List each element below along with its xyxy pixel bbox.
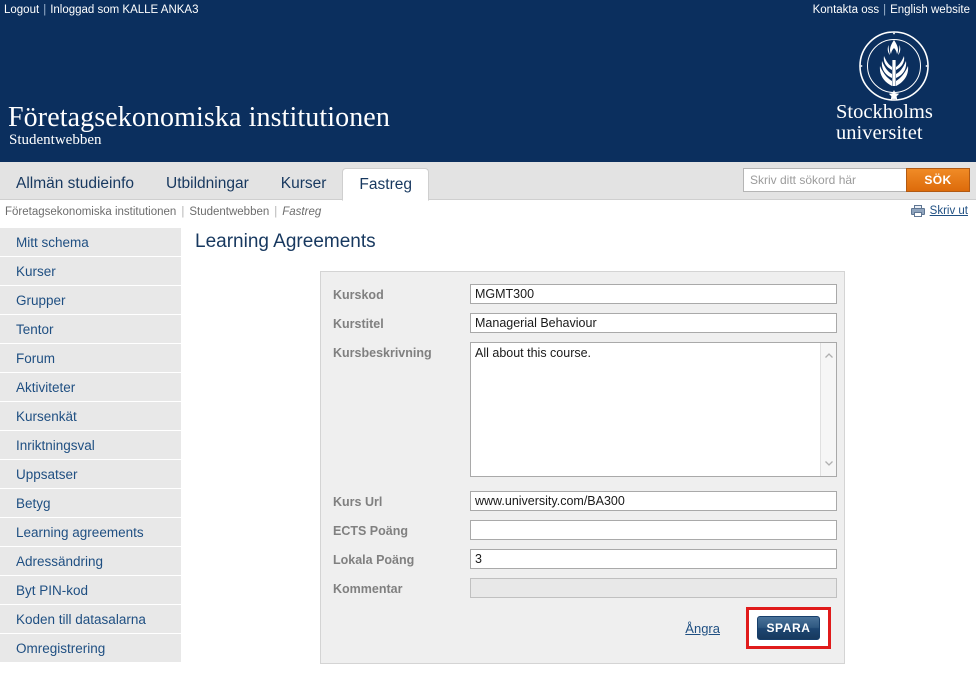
university-seal-icon [858,30,930,107]
page-title: Learning Agreements [195,231,376,252]
search-input[interactable] [743,168,906,192]
sidebar-item-inriktningsval[interactable]: Inriktningsval [0,431,181,460]
english-website-link[interactable]: English website [890,4,970,16]
label-kurskod: Kurskod [333,288,384,302]
top-utility-right: Kontakta oss | English website [813,4,970,16]
sidebar-item-koden-till-datasalarna[interactable]: Koden till datasalarna [0,605,181,634]
input-kommentar [470,578,837,598]
tab-kurser[interactable]: Kurser [265,168,343,200]
breadcrumb-item-1[interactable]: Studentwebben [189,206,269,218]
site-header: Företagsekonomiska institutionen Student… [0,22,976,162]
print-link-label[interactable]: Skriv ut [930,205,968,217]
sidebar-item-kurser[interactable]: Kurser [0,257,181,286]
label-lokala-poang: Lokala Poäng [333,553,415,567]
field-row-kurs-url: Kurs Url [333,491,837,511]
sidebar-item-betyg[interactable]: Betyg [0,489,181,518]
label-kursbeskrivning: Kursbeskrivning [333,346,432,360]
sidebar-item-tentor[interactable]: Tentor [0,315,181,344]
site-subtitle: Studentwebben [9,132,102,148]
learning-agreement-form: Kurskod Kurstitel Kursbeskrivning All ab… [320,271,845,664]
tab-fastreg[interactable]: Fastreg [342,168,429,201]
logout-link[interactable]: Logout [4,4,39,16]
sidebar-item-uppsatser[interactable]: Uppsatser [0,460,181,489]
field-row-kursbeskrivning: Kursbeskrivning All about this course. [333,342,837,482]
contact-link[interactable]: Kontakta oss [813,4,879,16]
label-ects-poang: ECTS Poäng [333,524,409,538]
sidebar-menu: Mitt schema Kurser Grupper Tentor Forum … [0,228,181,663]
wordmark-line-1: Stockholms [836,101,933,123]
label-kurs-url: Kurs Url [333,495,383,509]
breadcrumb-current: Fastreg [282,206,322,218]
search-button[interactable]: SÖK [906,168,970,192]
label-kurstitel: Kurstitel [333,317,384,331]
breadcrumb-item-0[interactable]: Företagsekonomiska institutionen [5,206,176,218]
field-row-kurskod: Kurskod [333,284,837,304]
field-row-lokala-poang: Lokala Poäng [333,549,837,569]
sidebar-item-learning-agreements[interactable]: Learning agreements [0,518,181,547]
input-kurstitel[interactable] [470,313,837,333]
breadcrumb-row: Företagsekonomiska institutionen | Student… [0,201,976,225]
topbar-separator: | [43,4,47,16]
main-navigation-bar: Allmän studieinfo Utbildningar Kurser Fa… [0,162,976,201]
sidebar-item-kursenkat[interactable]: Kursenkät [0,402,181,431]
breadcrumb-separator-1: | [274,206,278,218]
field-row-kurstitel: Kurstitel [333,313,837,333]
breadcrumb: Företagsekonomiska institutionen | Student… [5,206,321,218]
stockholm-university-logo[interactable]: Stockholms universitet [836,30,966,152]
sidebar-item-aktiviteter[interactable]: Aktiviteter [0,373,181,402]
sidebar-item-grupper[interactable]: Grupper [0,286,181,315]
input-kursbeskrivning[interactable]: All about this course. [470,342,837,477]
field-row-ects-poang: ECTS Poäng [333,520,837,540]
topbar-separator-2: | [883,4,887,16]
sidebar-item-forum[interactable]: Forum [0,344,181,373]
sidebar-item-byt-pin-kod[interactable]: Byt PIN-kod [0,576,181,605]
site-search: SÖK [743,168,970,192]
breadcrumb-separator-0: | [181,206,185,218]
site-title: Företagsekonomiska institutionen [8,102,390,133]
input-ects-poang[interactable] [470,520,837,540]
form-actions: Ångra SPARA [333,607,834,649]
input-kurs-url[interactable] [470,491,837,511]
wordmark-line-2: universitet [836,122,923,144]
printer-icon [910,205,925,217]
university-wordmark: Stockholms universitet [836,102,966,144]
save-button[interactable]: SPARA [757,616,820,640]
top-utility-left: Logout | Inloggad som KALLE ANKA3 [4,4,199,16]
sidebar-item-omregistrering[interactable]: Omregistrering [0,634,181,663]
logged-in-as-label: Inloggad som KALLE ANKA3 [50,4,199,16]
top-utility-bar: Logout | Inloggad som KALLE ANKA3 Kontakta… [0,0,976,22]
print-page-action[interactable]: Skriv ut [910,205,968,217]
save-button-highlight: SPARA [746,607,831,649]
field-row-kommentar: Kommentar [333,578,837,598]
tab-list: Allmän studieinfo Utbildningar Kurser Fa… [0,162,429,201]
sidebar-item-mitt-schema[interactable]: Mitt schema [0,228,181,257]
label-kommentar: Kommentar [333,582,403,596]
input-lokala-poang[interactable] [470,549,837,569]
input-kurskod[interactable] [470,284,837,304]
sidebar-item-adressandring[interactable]: Adressändring [0,547,181,576]
tab-utbildningar[interactable]: Utbildningar [150,168,265,200]
cancel-link[interactable]: Ångra [685,621,720,636]
textarea-wrapper: All about this course. [470,342,837,482]
tab-allman-studieinfo[interactable]: Allmän studieinfo [0,168,150,200]
